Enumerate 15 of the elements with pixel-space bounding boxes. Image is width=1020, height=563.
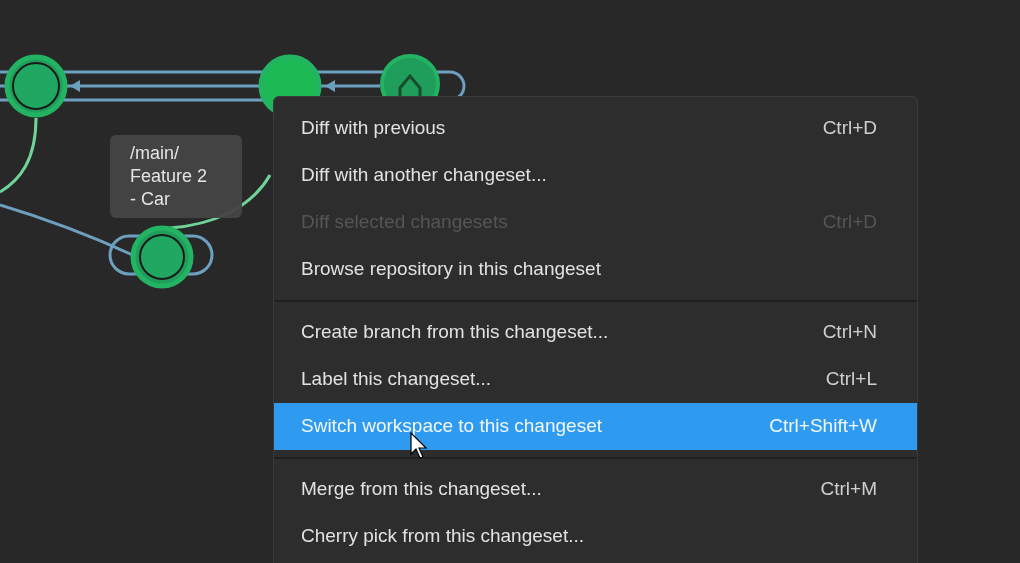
menu-item[interactable]: Merge from this changeset... Ctrl+M [274, 466, 917, 513]
branch-tooltip: /main/ Feature 2 - Car [110, 135, 242, 218]
menu-item[interactable]: Cherry pick from this changeset... [274, 513, 917, 560]
shortcut-label: Ctrl+N [822, 320, 877, 345]
menu-item[interactable]: Diff with previous Ctrl+D [274, 105, 917, 152]
menu-item[interactable]: Create branch from this changeset... Ctrl+N [274, 309, 917, 356]
menu-item[interactable]: Diff with another changeset... [274, 152, 917, 199]
shortcut-label: Ctrl+M [820, 477, 877, 502]
changeset-node[interactable] [130, 225, 194, 289]
shortcut-label: Ctrl+L [825, 367, 877, 392]
shortcut-label: Ctrl+D [822, 116, 877, 141]
changeset-node[interactable] [4, 54, 68, 118]
shortcut-label: Ctrl+Shift+W [769, 414, 877, 439]
menu-item[interactable]: Browse repository in this changeset [274, 246, 917, 293]
menu-item[interactable]: Label this changeset... Ctrl+L [274, 356, 917, 403]
